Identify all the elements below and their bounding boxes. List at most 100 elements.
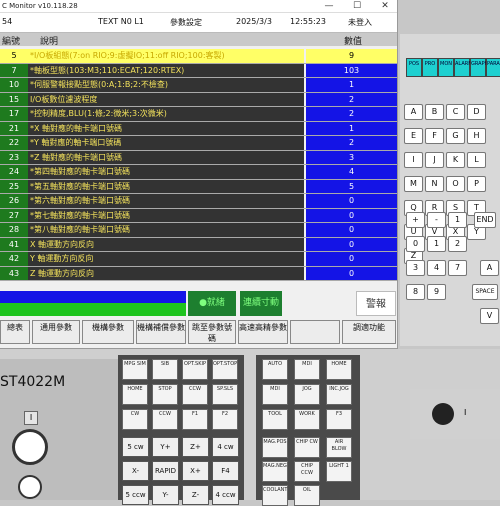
softkey-2[interactable]: 機構參數 (82, 320, 134, 344)
alpha-key-d[interactable]: D (467, 104, 486, 120)
machine2-key-8[interactable]: F3 (326, 409, 352, 430)
row-val[interactable]: 4 (306, 165, 397, 179)
num-key-6[interactable]: 3 (406, 260, 425, 276)
machine2-key-3[interactable]: MDI (262, 384, 288, 405)
side-key-7[interactable]: OIL (294, 485, 320, 506)
minimize-icon[interactable]: — (318, 0, 340, 13)
mode-key-pro[interactable]: PRO (422, 58, 438, 77)
mode-key-param[interactable]: PARAM (486, 58, 500, 77)
spindle-switch[interactable] (432, 403, 454, 425)
power-switch-lower[interactable] (18, 475, 42, 499)
up-key[interactable]: A (480, 260, 499, 276)
alpha-key-o[interactable]: O (446, 176, 465, 192)
jog-key-0[interactable]: 5 cw (122, 437, 149, 457)
row-val[interactable]: 0 (306, 237, 397, 251)
row-val[interactable]: 0 (306, 223, 397, 237)
alpha-key-i[interactable]: I (404, 152, 423, 168)
jog-key-10[interactable]: Z- (182, 485, 209, 505)
alpha-key-n[interactable]: N (425, 176, 444, 192)
machine2-key-4[interactable]: JOG (294, 384, 320, 405)
num-key-0[interactable]: + (406, 212, 425, 228)
machine2-key-7[interactable]: WORK (294, 409, 320, 430)
alpha-key-e[interactable]: E (404, 128, 423, 144)
num-key-10[interactable]: 9 (427, 284, 446, 300)
jog-key-3[interactable]: 4 cw (212, 437, 239, 457)
machine2-key-5[interactable]: INC.JOG (326, 384, 352, 405)
machine-key-11[interactable]: F2 (212, 409, 238, 430)
softkey-6[interactable] (290, 320, 340, 344)
machine-key-6[interactable]: CCW (182, 384, 208, 405)
jog-key-8[interactable]: 5 ccw (122, 485, 149, 505)
jog-key-11[interactable]: 4 ccw (212, 485, 239, 505)
row-val[interactable]: 0 (306, 208, 397, 222)
table-row[interactable]: 28 *第八軸對應的軸卡端口號碼 0 (0, 223, 397, 238)
num-key-2[interactable]: 1 (448, 212, 467, 228)
close-icon[interactable]: ✕ (374, 0, 396, 13)
jog-key-9[interactable]: Y- (152, 485, 179, 505)
machine2-key-1[interactable]: MDI (294, 359, 320, 380)
down-key[interactable]: V (480, 308, 499, 324)
machine-key-5[interactable]: STOP (152, 384, 178, 405)
side-key-1[interactable]: CHIP CW (294, 437, 320, 458)
machine-key-8[interactable]: CW (122, 409, 148, 430)
row-val[interactable]: 9 (306, 49, 397, 63)
alpha-key-m[interactable]: M (404, 176, 423, 192)
machine-key-10[interactable]: F1 (182, 409, 208, 430)
jog-key-2[interactable]: Z+ (182, 437, 209, 457)
table-row[interactable]: 26 *第六軸對應的軸卡端口號碼 0 (0, 194, 397, 209)
jog-key-6[interactable]: X+ (182, 461, 209, 481)
table-row[interactable]: 24 *第四軸對應的軸卡端口號碼 4 (0, 165, 397, 180)
end-key[interactable]: END (474, 212, 496, 228)
row-val[interactable]: 2 (306, 107, 397, 121)
mode-key-graph[interactable]: GRAPH (470, 58, 488, 77)
alpha-key-c[interactable]: C (446, 104, 465, 120)
table-row[interactable]: 5 *I/O板組態(7:on RIO;9:虛擬IO;11:off RIO;100:… (0, 49, 397, 64)
num-key-3[interactable]: 0 (406, 236, 425, 252)
alpha-key-b[interactable]: B (425, 104, 444, 120)
table-row[interactable]: 21 *X 軸對應的軸卡端口號碼 1 (0, 121, 397, 136)
machine-key-7[interactable]: SP.SLS (212, 384, 238, 405)
softkey-3[interactable]: 機構補償參數 (136, 320, 186, 344)
num-key-1[interactable]: - (427, 212, 446, 228)
maximize-icon[interactable]: ☐ (346, 0, 368, 13)
alpha-key-h[interactable]: H (467, 128, 486, 144)
machine2-key-0[interactable]: AUTO (262, 359, 288, 380)
alpha-key-p[interactable]: P (467, 176, 486, 192)
side-key-4[interactable]: CHIP CCW (294, 461, 320, 482)
table-row[interactable]: 25 *第五軸對應的軸卡端口號碼 5 (0, 179, 397, 194)
mode-key-mon[interactable]: MON (438, 58, 454, 77)
row-val[interactable]: 0 (306, 252, 397, 266)
row-val[interactable]: 5 (306, 179, 397, 193)
table-row[interactable]: 42 Y 軸運動方向反向 0 (0, 252, 397, 267)
alpha-key-g[interactable]: G (446, 128, 465, 144)
jog-key-7[interactable]: F4 (212, 461, 239, 481)
softkey-7[interactable]: 調適功能 (342, 320, 396, 344)
row-val[interactable]: 0 (306, 194, 397, 208)
row-val[interactable]: 1 (306, 121, 397, 135)
row-val[interactable]: 2 (306, 92, 397, 106)
space-key[interactable]: SPACE (472, 284, 498, 300)
num-key-8[interactable]: 7 (448, 260, 467, 276)
mode-key-pos[interactable]: POS (406, 58, 422, 77)
table-row[interactable]: 41 X 軸運動方向反向 0 (0, 237, 397, 252)
softkey-1[interactable]: 通用參數 (32, 320, 80, 344)
jog-key-1[interactable]: Y+ (152, 437, 179, 457)
table-row[interactable]: 27 *第七軸對應的軸卡端口號碼 0 (0, 208, 397, 223)
table-row[interactable]: 22 *Y 軸對應的軸卡端口號碼 2 (0, 136, 397, 151)
row-val[interactable]: 1 (306, 78, 397, 92)
num-key-5[interactable]: 2 (448, 236, 467, 252)
softkey-5[interactable]: 高速高精參數 (238, 320, 288, 344)
machine2-key-2[interactable]: HOME (326, 359, 352, 380)
mode-key-alarm[interactable]: ALARM (454, 58, 473, 77)
alpha-key-j[interactable]: J (425, 152, 444, 168)
softkey-0[interactable]: 總表 (0, 320, 30, 344)
table-row[interactable]: 15 I/O板數位濾波程度 2 (0, 92, 397, 107)
power-switch[interactable] (12, 429, 48, 465)
alpha-key-l[interactable]: L (467, 152, 486, 168)
side-key-6[interactable]: COOLANT (262, 485, 288, 506)
side-key-5[interactable]: LIGHT 1 (326, 461, 352, 482)
table-row[interactable]: 7 *軸板型態(103:M3;110:ECAT;120:RTEX) 103 (0, 63, 397, 78)
machine-key-3[interactable]: OPT.STOP (212, 359, 238, 380)
num-key-7[interactable]: 4 (427, 260, 446, 276)
row-val[interactable]: 3 (306, 150, 397, 164)
